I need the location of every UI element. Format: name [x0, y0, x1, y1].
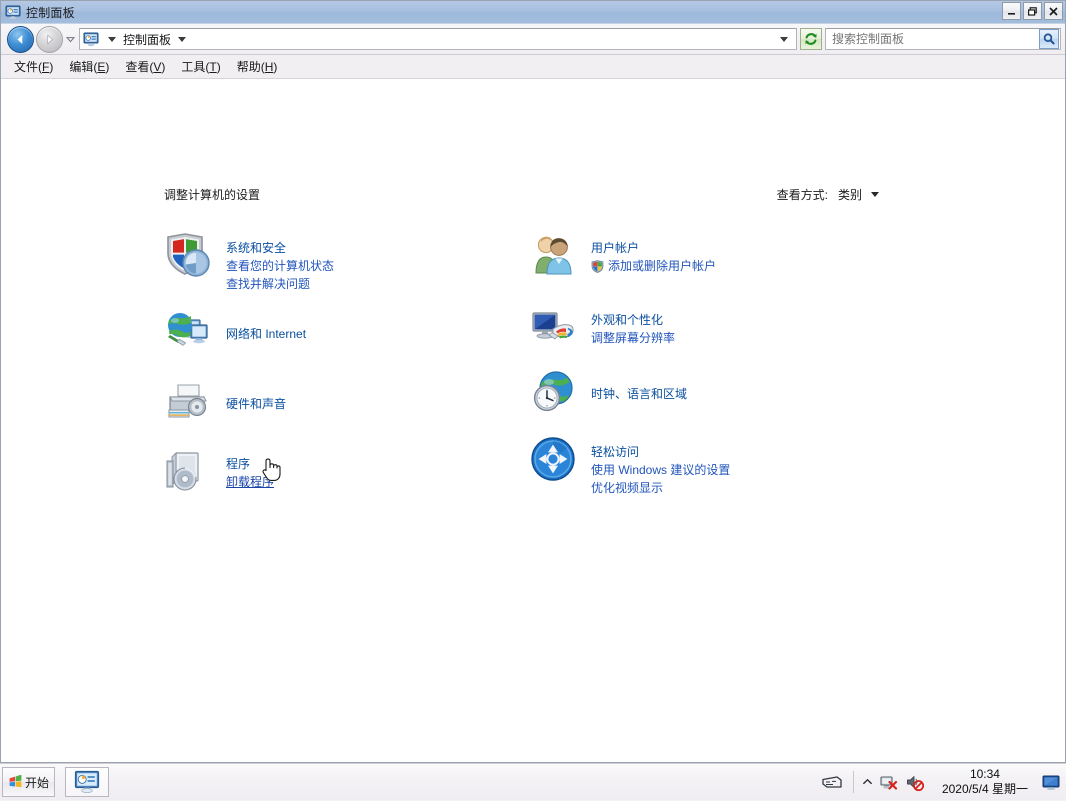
close-icon[interactable]	[1044, 2, 1063, 20]
clock-date: 2020/5/4 星期一	[941, 782, 1028, 796]
system-tray: 10:34 2020/5/4 星期一	[817, 764, 1066, 801]
clock-globe-icon	[529, 369, 577, 417]
network-globe-icon	[164, 307, 212, 355]
view-by-value[interactable]: 类别	[838, 186, 862, 203]
restore-icon[interactable]	[1023, 2, 1042, 20]
category-title-link[interactable]: 系统和安全	[226, 239, 286, 257]
category-programs[interactable]: 程序 卸载程序	[164, 447, 524, 499]
category-body: 外观和个性化 调整屏幕分辨率	[591, 303, 675, 347]
address-dropdown-icon[interactable]	[780, 36, 788, 42]
taskbar-item-control-panel[interactable]	[65, 767, 109, 797]
ime-keyboard-icon[interactable]	[817, 767, 847, 797]
recent-pages-icon[interactable]	[63, 29, 77, 49]
category-clock-language-region[interactable]: 时钟、语言和区域	[529, 369, 929, 421]
category-title-link[interactable]: 程序	[226, 455, 250, 473]
refresh-icon[interactable]	[800, 28, 822, 50]
task-link-check-status[interactable]: 查看您的计算机状态	[226, 257, 334, 275]
desktop[interactable]: 控制面板 控制面板 搜索控制面板 文件(F) 编辑(E) 查看(V) 工具(T)…	[0, 0, 1066, 800]
page-title: 调整计算机的设置	[164, 188, 261, 202]
breadcrumb-control-panel[interactable]: 控制面板	[123, 31, 171, 48]
show-desktop-icon[interactable]	[1040, 769, 1062, 795]
printer-hardware-icon	[164, 377, 212, 425]
category-system-and-security[interactable]: 系统和安全 查看您的计算机状态 查找并解决问题	[164, 231, 524, 293]
category-column-left: 系统和安全 查看您的计算机状态 查找并解决问题 网络和 Internet 硬件和…	[164, 231, 524, 513]
ease-of-access-icon	[529, 435, 577, 483]
window-title: 控制面板	[26, 5, 75, 20]
tray-divider	[852, 771, 854, 793]
category-title-link[interactable]: 硬件和声音	[226, 395, 286, 413]
control-panel-icon	[83, 31, 99, 47]
view-by-label: 查看方式:	[776, 188, 828, 202]
category-title-link[interactable]: 时钟、语言和区域	[591, 385, 687, 403]
category-title-link[interactable]: 轻松访问	[591, 443, 639, 461]
category-body: 网络和 Internet	[226, 307, 306, 343]
control-panel-content: 调整计算机的设置 查看方式: 类别 系统和安全 查看您的计算机状态 查找并解决问…	[1, 78, 1065, 762]
category-body: 用户帐户 添加或删除用户帐户	[591, 231, 716, 275]
category-body: 轻松访问 使用 Windows 建议的设置 优化视频显示	[591, 435, 730, 497]
menu-bar: 文件(F) 编辑(E) 查看(V) 工具(T) 帮助(H)	[1, 55, 1065, 78]
back-arrow-icon[interactable]	[7, 25, 34, 53]
search-box[interactable]	[825, 28, 1061, 50]
window-titlebar[interactable]: 控制面板	[1, 1, 1065, 24]
menu-item-edit[interactable]: 编辑(E)	[62, 56, 118, 77]
forward-arrow-icon[interactable]	[36, 25, 63, 53]
search-input[interactable]	[826, 32, 1039, 46]
clock-time: 10:34	[969, 767, 1000, 781]
uac-shield-icon	[591, 259, 604, 273]
search-icon[interactable]	[1039, 29, 1059, 49]
category-body: 系统和安全 查看您的计算机状态 查找并解决问题	[226, 231, 334, 293]
task-link-windows-suggested-settings[interactable]: 使用 Windows 建议的设置	[591, 461, 730, 479]
start-button[interactable]: 开始	[2, 767, 55, 797]
control-panel-icon	[74, 770, 100, 794]
category-body: 程序 卸载程序	[226, 447, 274, 491]
programs-disc-icon	[164, 447, 212, 495]
breadcrumb-chevron-down-icon[interactable]	[178, 36, 187, 42]
category-title-link[interactable]: 用户帐户	[591, 239, 639, 257]
volume-muted-icon[interactable]	[904, 771, 926, 793]
task-link-add-remove-user-accounts[interactable]: 添加或删除用户帐户	[591, 257, 716, 275]
control-panel-icon	[5, 4, 21, 20]
show-hidden-icons-chevron[interactable]	[860, 771, 876, 793]
category-column-right: 用户帐户 添加或删除用户帐户 外观和个性化 调整屏幕分辨率 时钟、语言和区域 轻…	[529, 231, 929, 511]
navigation-toolbar: 控制面板	[1, 24, 1065, 55]
menu-item-view[interactable]: 查看(V)	[118, 56, 174, 77]
breadcrumb-chevron-icon[interactable]	[108, 36, 116, 42]
windows-orb-icon	[8, 774, 23, 790]
taskbar: 开始 10:34 2020/5/4 星期一	[0, 763, 1066, 800]
view-by-control[interactable]: 查看方式: 类别	[777, 186, 879, 203]
menu-item-tools[interactable]: 工具(T)	[174, 56, 229, 77]
start-button-label: 开始	[24, 775, 49, 790]
network-disconnected-icon[interactable]	[878, 771, 900, 793]
category-title-link[interactable]: 外观和个性化	[591, 311, 663, 329]
category-body: 时钟、语言和区域	[591, 369, 687, 403]
task-link-troubleshoot[interactable]: 查找并解决问题	[226, 275, 334, 293]
category-appearance-and-personalization[interactable]: 外观和个性化 调整屏幕分辨率	[529, 303, 929, 355]
task-link-label: 添加或删除用户帐户	[608, 259, 717, 273]
menu-item-file[interactable]: 文件(F)	[7, 56, 62, 77]
control-panel-window: 控制面板 控制面板 搜索控制面板 文件(F) 编辑(E) 查看(V) 工具(T)…	[0, 0, 1066, 763]
task-link-adjust-resolution[interactable]: 调整屏幕分辨率	[591, 329, 675, 347]
task-link-optimize-visual-display[interactable]: 优化视频显示	[591, 479, 730, 497]
clock[interactable]: 10:34 2020/5/4 星期一	[928, 767, 1038, 797]
task-link-uninstall-program[interactable]: 卸载程序	[226, 473, 274, 491]
address-bar[interactable]: 控制面板	[79, 28, 797, 50]
window-control-buttons	[1002, 2, 1063, 20]
security-shield-icon	[164, 231, 212, 279]
menu-item-help[interactable]: 帮助(H)	[230, 56, 287, 77]
category-user-accounts[interactable]: 用户帐户 添加或删除用户帐户	[529, 231, 929, 283]
minimize-icon[interactable]	[1002, 2, 1021, 20]
category-hardware-and-sound[interactable]: 硬件和声音	[164, 377, 524, 429]
category-ease-of-access[interactable]: 轻松访问 使用 Windows 建议的设置 优化视频显示	[529, 435, 929, 497]
category-body: 硬件和声音	[226, 377, 286, 413]
user-accounts-icon	[529, 231, 577, 279]
appearance-monitor-icon	[529, 303, 577, 351]
chevron-down-icon[interactable]	[871, 192, 879, 197]
category-title-link[interactable]: 网络和 Internet	[226, 325, 306, 343]
category-network-and-internet[interactable]: 网络和 Internet	[164, 307, 524, 359]
